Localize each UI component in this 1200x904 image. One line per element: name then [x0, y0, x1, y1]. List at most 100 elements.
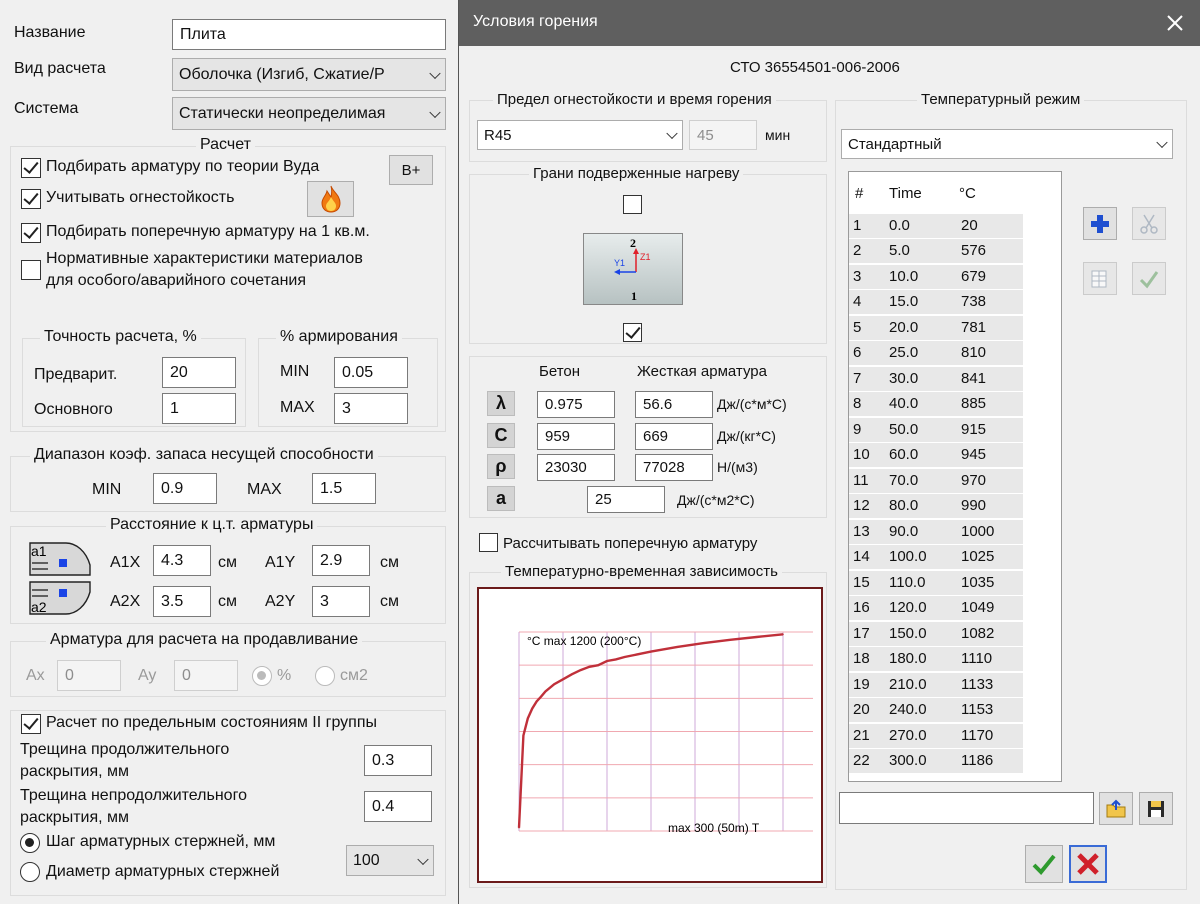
- fire-minutes-input[interactable]: 45: [689, 120, 757, 150]
- table-row[interactable]: 10 60.0 945: [849, 443, 1027, 469]
- a2x-input[interactable]: 3.5: [153, 586, 211, 617]
- main-input[interactable]: 1: [162, 393, 236, 424]
- system-select[interactable]: Статически неопределимая: [172, 97, 446, 130]
- ay-label: Ay: [138, 667, 157, 684]
- reinf-max-label: MAX: [280, 399, 315, 416]
- diameter-radio[interactable]: [20, 862, 40, 882]
- reinf-min-input[interactable]: 0.05: [334, 357, 408, 388]
- limit-state-checkbox[interactable]: [21, 714, 41, 734]
- c-concrete-input[interactable]: 959: [537, 423, 615, 450]
- close-icon[interactable]: [1166, 14, 1184, 32]
- table-row[interactable]: 2 5.0 576: [849, 239, 1027, 265]
- fire-settings-button[interactable]: [307, 181, 354, 217]
- table-row[interactable]: 8 40.0 885: [849, 392, 1027, 418]
- table-row[interactable]: 14 100.0 1025: [849, 545, 1027, 571]
- special-combo-checkbox[interactable]: [21, 260, 41, 280]
- temp-mode-select[interactable]: Стандартный: [841, 129, 1173, 159]
- fire-checkbox[interactable]: [21, 189, 41, 209]
- face-top-checkbox[interactable]: [623, 195, 642, 214]
- row-temperature: 990: [951, 494, 1023, 519]
- plus-icon: [1091, 214, 1109, 233]
- row-time: 25.0: [879, 341, 951, 366]
- table-row[interactable]: 12 80.0 990: [849, 494, 1027, 520]
- table-row[interactable]: 6 25.0 810: [849, 341, 1027, 367]
- calc-transverse-checkbox[interactable]: [479, 533, 498, 552]
- table-row[interactable]: 4 15.0 738: [849, 290, 1027, 316]
- row-time: 15.0: [879, 290, 951, 315]
- table-row[interactable]: 20 240.0 1153: [849, 698, 1027, 724]
- wood-b-plus-button[interactable]: B+: [389, 155, 433, 185]
- table-row[interactable]: 17 150.0 1082: [849, 621, 1027, 647]
- lambda-concrete-input[interactable]: 0.975: [537, 391, 615, 418]
- cancel-button[interactable]: [1069, 845, 1107, 883]
- save-icon: [1148, 800, 1164, 817]
- c-unit: Дж/(кг*С): [717, 428, 776, 444]
- rho-concrete-input[interactable]: 23030: [537, 454, 615, 481]
- table-row[interactable]: 7 30.0 841: [849, 366, 1027, 392]
- a1x-input[interactable]: 4.3: [153, 545, 211, 576]
- data-point: [615, 658, 617, 661]
- ok-check-icon: [1032, 854, 1056, 875]
- range-min-input[interactable]: 0.9: [153, 473, 217, 504]
- faces-title: Грани подверженные нагреву: [529, 165, 744, 182]
- wood-checkbox[interactable]: [21, 158, 41, 178]
- table-edit-button[interactable]: [1083, 262, 1117, 295]
- row-index: 14: [849, 545, 879, 570]
- open-file-button[interactable]: [1099, 792, 1133, 825]
- face-bottom-checkbox[interactable]: [623, 323, 642, 342]
- row-index: 1: [849, 213, 879, 238]
- ax-input[interactable]: 0: [57, 660, 121, 691]
- check-icon: [1139, 270, 1159, 288]
- data-point: [535, 700, 538, 703]
- add-row-button[interactable]: [1083, 207, 1117, 240]
- crack-long-input[interactable]: 0.3: [364, 745, 432, 776]
- save-file-button[interactable]: [1139, 792, 1173, 825]
- table-row[interactable]: 16 120.0 1049: [849, 596, 1027, 622]
- rho-rigid-input[interactable]: 77028: [635, 454, 713, 481]
- apply-table-button[interactable]: [1132, 262, 1166, 295]
- step-select[interactable]: 100: [346, 845, 434, 876]
- table-row[interactable]: 11 70.0 970: [849, 468, 1027, 494]
- calc-type-select[interactable]: Оболочка (Изгиб, Сжатие/Р: [172, 58, 446, 91]
- table-row[interactable]: 1 0.0 20: [849, 213, 1027, 239]
- fire-limit-select[interactable]: R45: [477, 120, 683, 150]
- c-rigid-input[interactable]: 669: [635, 423, 713, 450]
- ay-input[interactable]: 0: [174, 660, 238, 691]
- percent-radio[interactable]: [252, 666, 272, 686]
- transverse-checkbox[interactable]: [21, 223, 41, 243]
- table-row[interactable]: 18 180.0 1110: [849, 647, 1027, 673]
- range-max-input[interactable]: 1.5: [312, 473, 376, 504]
- data-point: [518, 826, 520, 829]
- reinf-group-title: % армирования: [276, 328, 402, 346]
- name-input[interactable]: Плита: [172, 19, 446, 50]
- a1x-unit: см: [218, 554, 237, 571]
- concrete-header: Бетон: [539, 363, 581, 380]
- table-row[interactable]: 13 90.0 1000: [849, 519, 1027, 545]
- table-row[interactable]: 15 110.0 1035: [849, 570, 1027, 596]
- row-index: 8: [849, 392, 879, 417]
- row-temperature: 885: [951, 392, 1023, 417]
- crack-short-input[interactable]: 0.4: [364, 791, 432, 822]
- file-path-input[interactable]: [839, 792, 1094, 824]
- reinf-max-input[interactable]: 3: [334, 393, 408, 424]
- lambda-rigid-input[interactable]: 56.6: [635, 391, 713, 418]
- row-time: 100.0: [879, 545, 951, 570]
- step-radio[interactable]: [20, 833, 40, 853]
- row-temperature: 20: [951, 213, 1023, 238]
- table-row[interactable]: 3 10.0 679: [849, 264, 1027, 290]
- temperature-table[interactable]: # Time °C 1 0.0 20 2 5.0 576 3 10.0 679 4 15.0 738 5…: [848, 171, 1062, 782]
- a2y-input[interactable]: 3: [312, 586, 370, 617]
- table-row[interactable]: 5 20.0 781: [849, 315, 1027, 341]
- ok-button[interactable]: [1025, 845, 1063, 883]
- prelim-input[interactable]: 20: [162, 357, 236, 388]
- table-row[interactable]: 9 50.0 915: [849, 417, 1027, 443]
- a1y-input[interactable]: 2.9: [312, 545, 370, 576]
- cm2-radio[interactable]: [315, 666, 335, 686]
- a-input[interactable]: 25: [587, 486, 665, 513]
- table-row[interactable]: 21 270.0 1170: [849, 723, 1027, 749]
- range-max-label: MAX: [247, 481, 282, 498]
- table-row[interactable]: 22 300.0 1186: [849, 749, 1027, 775]
- dialog-titlebar: Условия горения: [459, 0, 1200, 46]
- delete-row-button[interactable]: [1132, 207, 1166, 240]
- table-row[interactable]: 19 210.0 1133: [849, 672, 1027, 698]
